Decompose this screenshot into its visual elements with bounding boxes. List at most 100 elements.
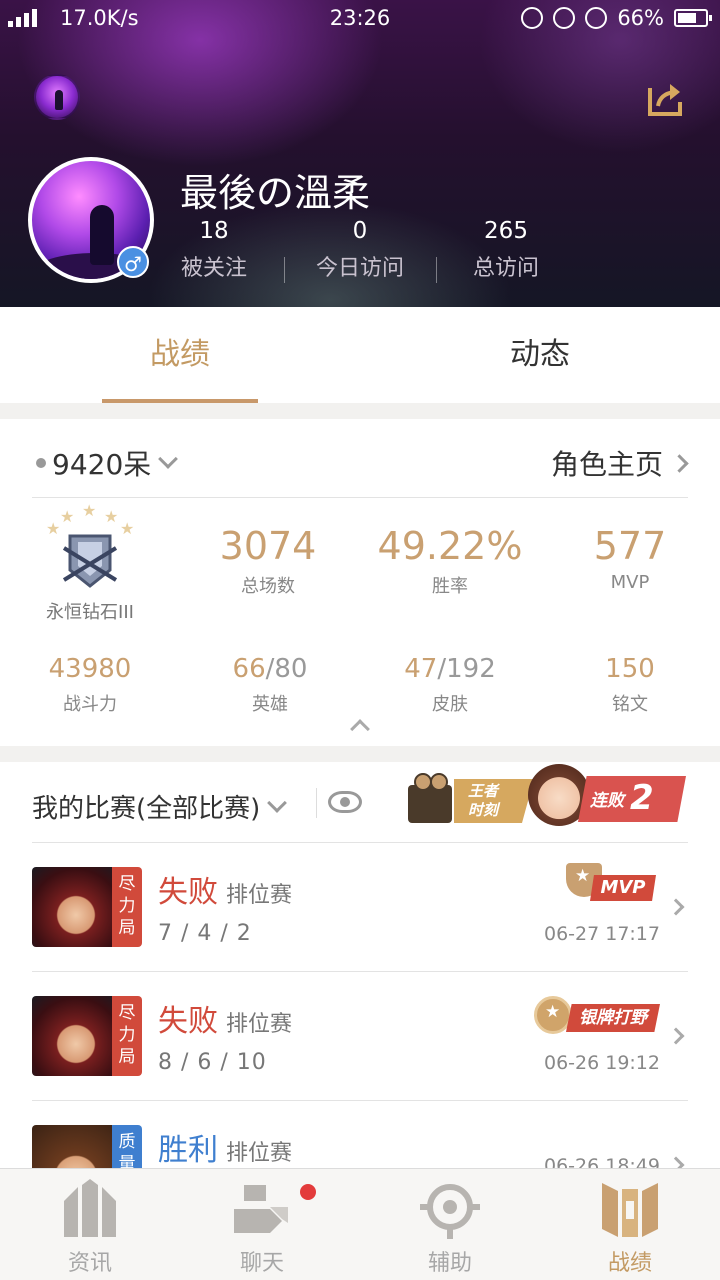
streak-label: 连败 xyxy=(590,791,624,811)
match-mode: 排位赛 xyxy=(226,1012,293,1037)
total-visits-stat[interactable]: 265 总访问 xyxy=(436,218,576,282)
heroes-stat[interactable]: 66/80 英雄 xyxy=(180,654,360,716)
profile-header: 17.0K/s 23:26 66% ♂ 最後の溫柔 18 被关注 0 今日访问 … xyxy=(0,0,720,307)
total-matches-stat: 3074 总场数 xyxy=(178,524,358,598)
chevron-down-icon xyxy=(158,449,179,469)
rank-badge-icon: ★ ★ ★ ★ ★ xyxy=(46,501,134,588)
match-result: 胜利 xyxy=(158,1133,218,1168)
chevron-down-icon xyxy=(267,792,288,813)
mvp-value: 577 xyxy=(593,524,667,568)
skins-total: /192 xyxy=(437,654,496,684)
match-tag: 尽力局 xyxy=(112,996,142,1076)
mvp-label: MVP xyxy=(610,572,650,593)
followers-count: 18 xyxy=(199,218,229,244)
rank-label: 永恒钻石III xyxy=(46,602,134,623)
today-visits-label: 今日访问 xyxy=(315,256,404,281)
bottom-nav: 资讯 聊天 辅助 战绩 xyxy=(0,1168,720,1280)
match-mode: 排位赛 xyxy=(226,883,293,908)
power-stat[interactable]: 43980 战斗力 xyxy=(0,654,180,716)
power-label: 战斗力 xyxy=(63,694,117,715)
inscriptions-label: 铭文 xyxy=(612,694,648,715)
match-time: 06-26 19:12 xyxy=(543,1052,660,1074)
mvp-badge: MVP xyxy=(560,861,658,909)
role-selector[interactable]: 9420呆 xyxy=(36,443,179,483)
badge-label: MVP xyxy=(590,875,656,901)
tab-moments[interactable]: 动态 xyxy=(360,307,720,403)
mute-bell-icon xyxy=(553,7,576,29)
username: 最後の溫柔 xyxy=(180,171,371,215)
today-visits-stat[interactable]: 0 今日访问 xyxy=(290,218,430,282)
match-row[interactable]: 尽力局 失败 排位赛 7 / 4 / 2 MVP 06-27 17:17 xyxy=(32,843,688,971)
status-bar: 17.0K/s 23:26 66% xyxy=(0,0,720,40)
king-moment-banner[interactable]: 王者 时刻 xyxy=(408,773,534,823)
losing-streak-badge[interactable]: 连败 2 xyxy=(578,776,686,822)
nav-label: 聊天 xyxy=(239,1251,284,1276)
headset-icon xyxy=(521,7,544,29)
win-rate-label: 胜率 xyxy=(432,576,468,597)
records-icon xyxy=(602,1183,658,1237)
match-mode: 排位赛 xyxy=(226,1141,293,1166)
match-row[interactable]: 尽力局 失败 排位赛 8 / 6 / 10 银牌打野 06-26 19:12 xyxy=(32,972,688,1100)
skins-stat[interactable]: 47/192 皮肤 xyxy=(360,654,540,716)
svg-text:★: ★ xyxy=(104,507,118,526)
win-rate-value: 49.22% xyxy=(377,524,523,568)
total-visits-count: 265 xyxy=(484,218,528,244)
power-value: 43980 xyxy=(48,654,132,684)
nav-news[interactable]: 资讯 xyxy=(0,1169,180,1280)
divider xyxy=(284,257,285,283)
followers-stat[interactable]: 18 被关注 xyxy=(144,218,284,282)
nav-records[interactable]: 战绩 xyxy=(540,1169,720,1280)
assist-icon xyxy=(420,1184,480,1239)
battery-icon xyxy=(674,9,712,27)
role-home-link[interactable]: 角色主页 xyxy=(550,443,689,483)
mini-avatar[interactable] xyxy=(34,74,80,120)
divider xyxy=(316,788,317,818)
followers-label: 被关注 xyxy=(180,256,247,281)
nav-label: 战绩 xyxy=(607,1251,652,1276)
match-kda: 7 / 4 / 2 xyxy=(158,921,252,946)
total-matches-value: 3074 xyxy=(219,524,317,568)
chevron-right-icon xyxy=(667,1027,685,1045)
match-time: 06-27 17:17 xyxy=(543,923,660,945)
nav-chat[interactable]: 聊天 xyxy=(172,1169,352,1280)
tab-bar: 战绩 动态 xyxy=(0,307,720,403)
match-tag: 尽力局 xyxy=(112,867,142,947)
svg-text:★: ★ xyxy=(60,507,74,526)
heroes-total: /80 xyxy=(265,654,308,684)
win-rate-stat: 49.22% 胜率 xyxy=(360,524,540,598)
nav-label: 资讯 xyxy=(67,1251,112,1276)
streak-count: 2 xyxy=(630,778,654,818)
match-result: 失败 xyxy=(158,875,218,910)
skins-owned: 47 xyxy=(404,654,438,684)
nav-assist[interactable]: 辅助 xyxy=(360,1169,540,1280)
status-dot xyxy=(36,458,46,468)
eye-icon[interactable] xyxy=(328,791,362,813)
news-icon xyxy=(64,1179,116,1237)
medal-icon xyxy=(534,996,572,1034)
nav-label: 辅助 xyxy=(427,1251,472,1276)
divider xyxy=(32,497,688,498)
today-visits-count: 0 xyxy=(352,218,368,244)
inscriptions-value: 150 xyxy=(605,654,655,684)
match-result: 失败 xyxy=(158,1004,218,1039)
chevron-right-icon xyxy=(667,898,685,916)
chat-icon xyxy=(234,1185,288,1233)
share-icon[interactable] xyxy=(646,78,686,118)
hd-call-icon xyxy=(585,7,608,29)
svg-text:★: ★ xyxy=(120,519,134,538)
role-home-label: 角色主页 xyxy=(550,448,663,481)
heroes-label: 英雄 xyxy=(252,694,288,715)
silver-jungle-badge: 银牌打野 xyxy=(526,994,660,1038)
film-camera-icon xyxy=(408,773,452,823)
battery-percent: 66% xyxy=(617,6,664,30)
hero-portrait: 尽力局 xyxy=(32,996,142,1076)
match-filter-dropdown[interactable]: 我的比赛(全部比赛) xyxy=(32,788,288,825)
skins-label: 皮肤 xyxy=(432,694,468,715)
total-matches-label: 总场数 xyxy=(241,576,295,597)
unread-badge xyxy=(300,1184,316,1200)
tab-records[interactable]: 战绩 xyxy=(0,307,360,403)
hero-portrait: 尽力局 xyxy=(32,867,142,947)
total-visits-label: 总访问 xyxy=(472,256,539,281)
inscriptions-stat[interactable]: 150 铭文 xyxy=(540,654,720,716)
active-tab-indicator xyxy=(102,399,258,403)
